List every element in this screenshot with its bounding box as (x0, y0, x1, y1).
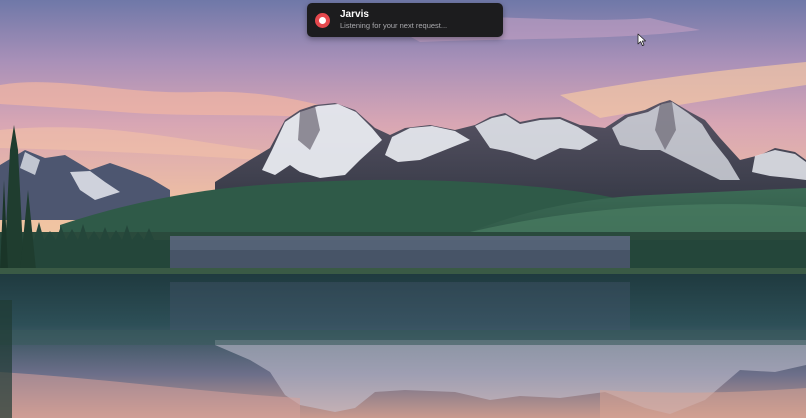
desktop: Jarvis Listening for your next request..… (0, 0, 806, 418)
record-icon (315, 12, 330, 28)
notification-status: Listening for your next request... (340, 20, 448, 30)
arrow-pointer-icon (637, 33, 646, 46)
jarvis-notification[interactable]: Jarvis Listening for your next request..… (307, 3, 503, 37)
notification-text: Jarvis Listening for your next request..… (340, 9, 447, 30)
notification-title: Jarvis (340, 9, 369, 21)
desktop-wallpaper (0, 0, 806, 418)
